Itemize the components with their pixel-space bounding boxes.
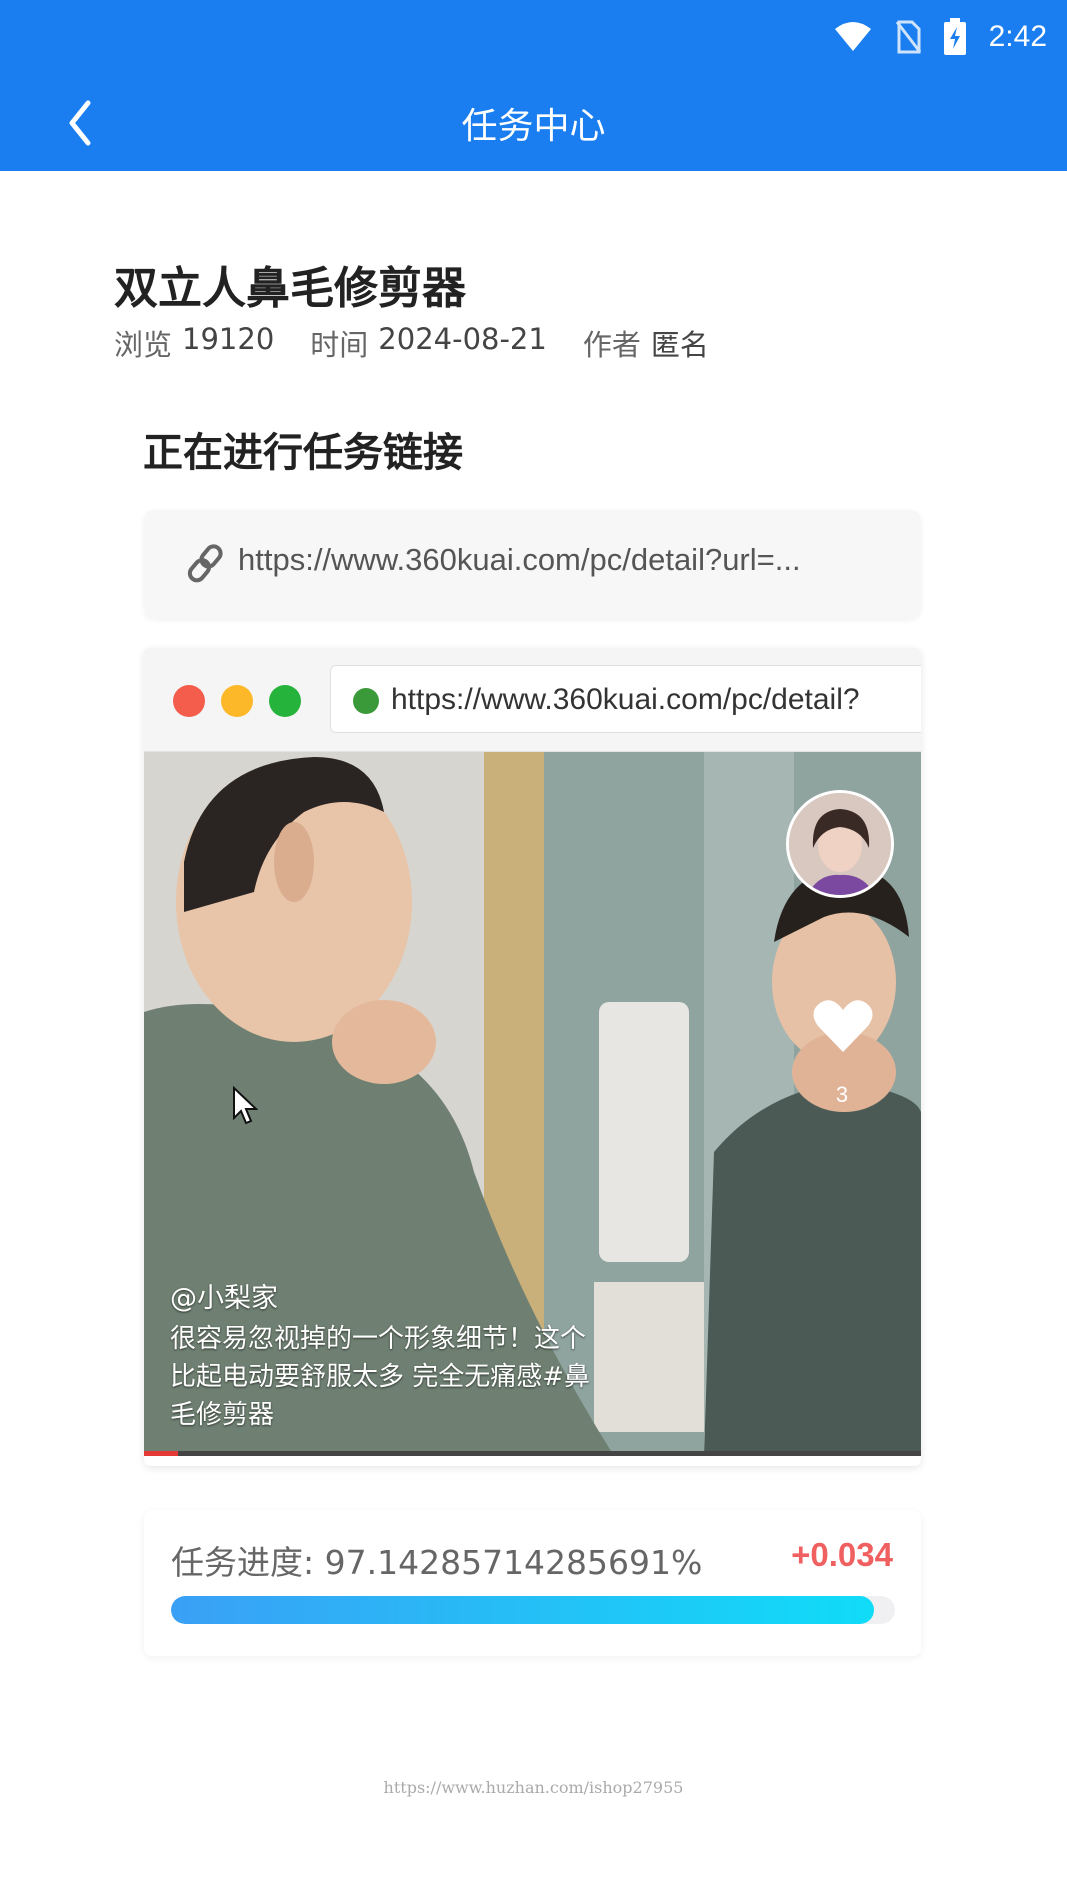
views-count: 19120 bbox=[182, 322, 275, 356]
task-progress-card: 任务进度: 97.14285714285691% +0.034 bbox=[144, 1510, 921, 1656]
publish-date: 2024-08-21 bbox=[378, 322, 547, 356]
window-close-dot bbox=[173, 685, 205, 717]
watermark: https://www.huzhan.com/ishop27955 bbox=[383, 1778, 684, 1797]
browser-preview: https://www.360kuai.com/pc/detail? 3 @小梨… bbox=[144, 648, 921, 1466]
task-link-box[interactable]: https://www.360kuai.com/pc/detail?url=..… bbox=[144, 510, 921, 618]
status-time: 2:42 bbox=[988, 20, 1047, 53]
link-icon bbox=[187, 544, 223, 583]
time-label: 时间 bbox=[310, 328, 369, 362]
progress-fill bbox=[171, 1596, 875, 1624]
like-count: 3 bbox=[835, 1082, 849, 1107]
video-caption: 很容易忽视掉的一个形象细节！这个比起电动要舒服太多 完全无痛感#鼻毛修剪器 bbox=[170, 1324, 591, 1430]
window-minimize-dot bbox=[221, 685, 253, 717]
avatar-image bbox=[789, 793, 891, 895]
article-title: 双立人鼻毛修剪器 bbox=[114, 263, 466, 314]
views-label: 浏览 bbox=[114, 328, 173, 362]
app-bar: 2:42 任务中心 bbox=[0, 0, 1067, 171]
author-name: 匿名 bbox=[650, 328, 709, 362]
video-frame[interactable]: 3 @小梨家 很容易忽视掉的一个形象细节！这个比起电动要舒服太多 完全无痛感#鼻… bbox=[144, 752, 921, 1456]
status-bar: 2:42 bbox=[0, 0, 1067, 80]
browser-address-text: https://www.360kuai.com/pc/detail? bbox=[391, 683, 860, 716]
section-title: 正在进行任务链接 bbox=[143, 430, 463, 476]
no-sim-icon bbox=[895, 20, 921, 54]
progress-delta: +0.034 bbox=[791, 1536, 893, 1573]
video-username[interactable]: @小梨家 bbox=[170, 1276, 278, 1315]
task-progress-label: 任务进度: 97.14285714285691% bbox=[171, 1543, 703, 1582]
video-progress-fill bbox=[144, 1451, 178, 1456]
secure-indicator-icon bbox=[353, 688, 379, 714]
heart-icon[interactable] bbox=[812, 998, 874, 1054]
browser-address-bar: https://www.360kuai.com/pc/detail? bbox=[330, 665, 921, 733]
nav-row: 任务中心 bbox=[0, 85, 1067, 161]
task-link-url[interactable]: https://www.360kuai.com/pc/detail?url=..… bbox=[238, 542, 898, 578]
progress-track bbox=[171, 1596, 895, 1624]
mouse-cursor-icon bbox=[233, 1086, 258, 1125]
author-avatar[interactable] bbox=[786, 790, 894, 898]
battery-charging-icon bbox=[943, 18, 966, 55]
browser-toolbar: https://www.360kuai.com/pc/detail? bbox=[144, 648, 921, 752]
article-meta: 浏览 19120 时间 2024-08-21 作者 匿名 bbox=[114, 322, 745, 364]
window-maximize-dot bbox=[269, 685, 301, 717]
author-label: 作者 bbox=[582, 328, 641, 362]
page-title: 任务中心 bbox=[461, 106, 606, 147]
video-progress-bar[interactable] bbox=[144, 1451, 921, 1456]
wifi-icon bbox=[834, 22, 871, 51]
